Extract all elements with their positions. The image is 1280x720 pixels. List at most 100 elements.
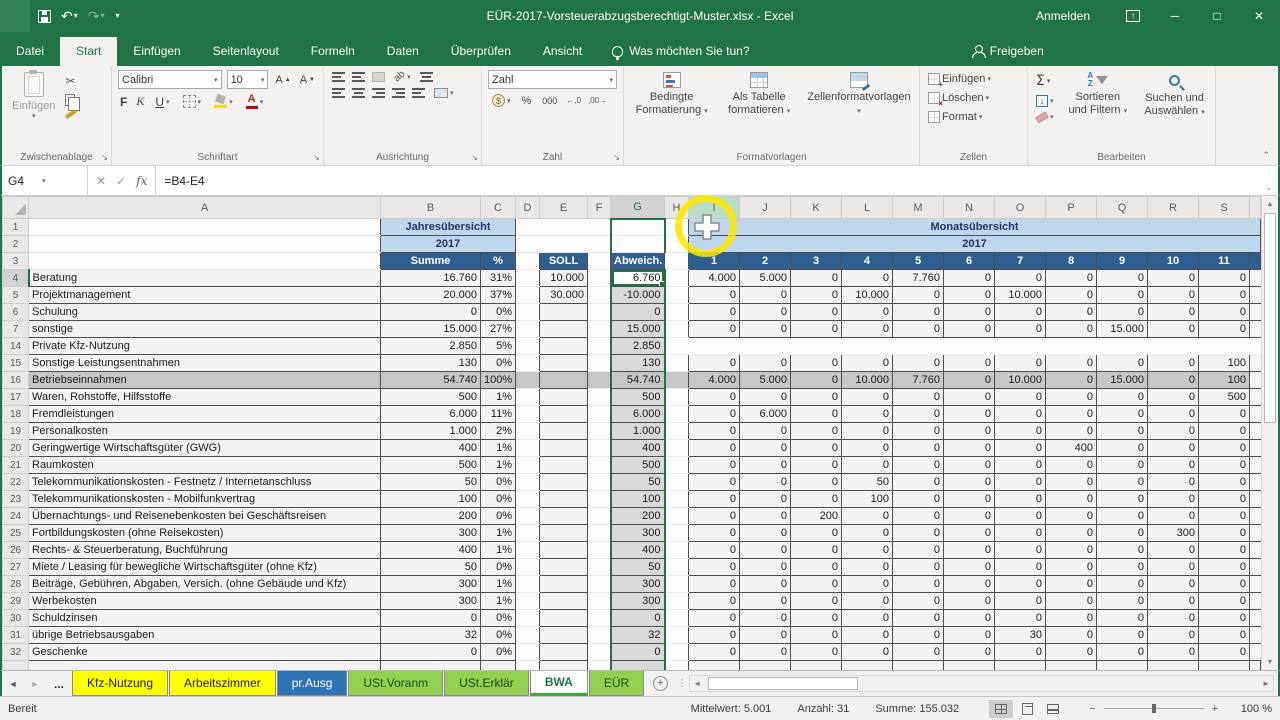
cell-month4-row29[interactable]: 0 [842,593,893,610]
align-middle-button[interactable] [352,72,365,82]
row-header-24[interactable]: 24 [3,508,29,525]
cell-month1-row26[interactable]: 0 [689,542,740,559]
cell-month8-row15[interactable]: 0 [1046,355,1097,372]
cell-month2-row28[interactable]: 0 [740,576,791,593]
cell-month5-row23[interactable]: 0 [893,491,944,508]
cell[interactable] [1199,661,1250,671]
vertical-scroll-thumb[interactable] [1264,213,1276,423]
cell-month3-row17[interactable]: 0 [791,389,842,406]
cell-month8-row18[interactable]: 0 [1046,406,1097,423]
cell[interactable] [665,440,689,457]
cell-month9-row25[interactable]: 0 [1097,525,1148,542]
cell-month2-row18[interactable]: 6.000 [740,406,791,423]
cell-month8-row23[interactable]: 0 [1046,491,1097,508]
cell-month1-row32[interactable]: 0 [689,644,740,661]
cell[interactable] [516,304,540,321]
cell-month7-row21[interactable]: 0 [995,457,1046,474]
expand-formula-bar-button[interactable]: ⌄ [1260,166,1278,195]
cell[interactable] [1199,338,1250,355]
cell-E20[interactable] [540,440,588,457]
cell-G27[interactable]: 50 [611,559,665,576]
cell[interactable] [791,338,842,355]
ribbon-tab-daten[interactable]: Daten [371,37,435,66]
cell-month4-row23[interactable]: 100 [842,491,893,508]
cell-month5-row17[interactable]: 0 [893,389,944,406]
cell[interactable] [588,321,611,338]
cell-month9-row22[interactable]: 0 [1097,474,1148,491]
dialog-launcher-icon[interactable]: ↘ [471,153,478,162]
cell[interactable] [1250,457,1261,474]
zoom-level[interactable]: 100 % [1232,703,1272,715]
cell-B29[interactable]: 300 [381,593,481,610]
ribbon-display-options-button[interactable]: ↑ [1112,0,1154,32]
paste-button[interactable]: Einfügen ▾ [8,70,59,147]
cell-month4-row20[interactable]: 0 [842,440,893,457]
cell-A24[interactable]: Übernachtungs- und Reisenebenkosten bei … [29,508,381,525]
cell[interactable] [588,627,611,644]
cell[interactable] [516,593,540,610]
find-select-button[interactable]: Suchen und Auswählen ▾ [1140,70,1209,147]
column-header-Q[interactable]: Q [1097,197,1148,219]
cell[interactable] [516,525,540,542]
cell-month8-row32[interactable]: 0 [1046,644,1097,661]
cell-month3-row21[interactable]: 0 [791,457,842,474]
cell-month10-row17[interactable]: 0 [1148,389,1199,406]
cell[interactable] [665,457,689,474]
cell-month3-row26[interactable]: 0 [791,542,842,559]
cell-month11-row17[interactable]: 500 [1199,389,1250,406]
cell-G17[interactable]: 500 [611,389,665,406]
cell[interactable] [1250,525,1261,542]
cell-G18[interactable]: 6.000 [611,406,665,423]
cell-A32[interactable]: Geschenke [29,644,381,661]
cell-month10-row4[interactable]: 0 [1148,270,1199,287]
row-header-5[interactable]: 5 [3,287,29,304]
cell-month11-row23[interactable]: 0 [1199,491,1250,508]
cell-month5-row27[interactable]: 0 [893,559,944,576]
row-header-15[interactable]: 15 [3,355,29,372]
cell-month11-row4[interactable]: 0 [1199,270,1250,287]
zoom-slider-thumb[interactable] [1152,704,1156,713]
row-header-17[interactable]: 17 [3,389,29,406]
cell-B21[interactable]: 500 [381,457,481,474]
cell-E28[interactable] [540,576,588,593]
cell[interactable] [1250,270,1261,287]
cell[interactable] [1097,338,1148,355]
more-sheets-button[interactable]: ... [46,671,72,696]
column-header-B[interactable]: B [381,197,481,219]
align-center-button[interactable] [352,88,365,98]
row-header-29[interactable]: 29 [3,593,29,610]
cell-month2-row15[interactable]: 0 [740,355,791,372]
cell-E30[interactable] [540,610,588,627]
cell-month2-row20[interactable]: 0 [740,440,791,457]
cell-G25[interactable]: 300 [611,525,665,542]
cell-G24[interactable]: 200 [611,508,665,525]
cell-C15[interactable]: 0% [481,355,516,372]
cell-month10-row27[interactable]: 0 [1148,559,1199,576]
cell-month8-row22[interactable]: 0 [1046,474,1097,491]
cell-C19[interactable]: 2% [481,423,516,440]
cell-G19[interactable]: 1.000 [611,423,665,440]
cell-C27[interactable]: 0% [481,559,516,576]
cell-month7-row27[interactable]: 0 [995,559,1046,576]
format-painter-button[interactable] [65,109,77,119]
column-header-F[interactable]: F [588,197,611,219]
cell-month7-row5[interactable]: 10.000 [995,287,1046,304]
cell-C32[interactable]: 0% [481,644,516,661]
cell-A25[interactable]: Fortbildungskosten (ohne Reisekosten) [29,525,381,542]
cell-month3-row31[interactable]: 0 [791,627,842,644]
cell-month8-row28[interactable]: 0 [1046,576,1097,593]
share-button[interactable]: Freigeben [956,37,1060,66]
cell-month1-row15[interactable]: 0 [689,355,740,372]
cell-A30[interactable]: Schuldzinsen [29,610,381,627]
cell-month8-row4[interactable]: 0 [1046,270,1097,287]
cell-B32[interactable]: 0 [381,644,481,661]
cell-G4-selected[interactable]: 6.760 [611,270,665,287]
zoom-in-button[interactable]: + [1212,703,1218,715]
cell-B6[interactable]: 0 [381,304,481,321]
cell-month3-row25[interactable]: 0 [791,525,842,542]
cell[interactable] [588,474,611,491]
cell[interactable] [516,270,540,287]
cell[interactable] [588,287,611,304]
cell-month6-row21[interactable]: 0 [944,457,995,474]
format-cells-button[interactable]: Format▾ [926,110,993,124]
